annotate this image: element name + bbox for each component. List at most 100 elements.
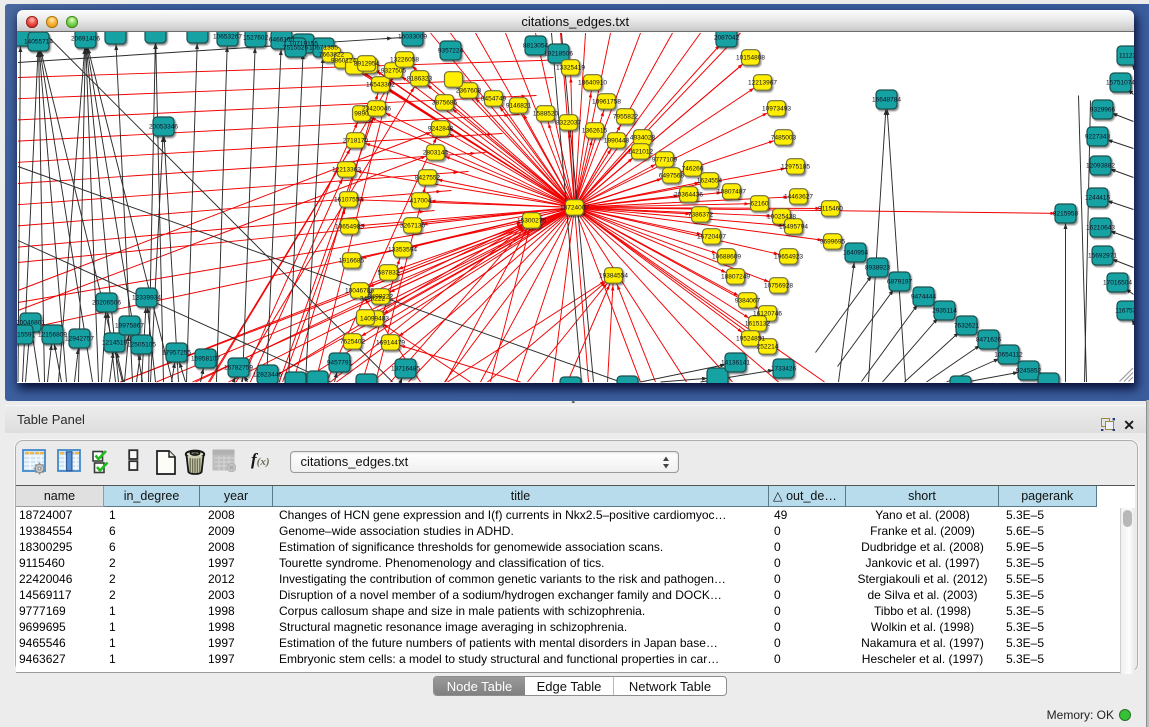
svg-text:2087042: 2087042 <box>713 34 739 41</box>
svg-text:11123: 11123 <box>1118 52 1134 59</box>
svg-text:20046801: 20046801 <box>17 319 45 326</box>
svg-text:19975867: 19975867 <box>115 322 144 329</box>
svg-text:12093882: 12093882 <box>1086 162 1115 169</box>
svg-text:12942757: 12942757 <box>65 335 94 342</box>
svg-text:10025438: 10025438 <box>767 213 796 220</box>
svg-text:7515526: 7515526 <box>282 44 308 51</box>
svg-text:7485003: 7485003 <box>770 134 796 141</box>
svg-text:1640954: 1640954 <box>842 249 868 256</box>
svg-text:10671355: 10671355 <box>309 44 338 51</box>
svg-text:9474444: 9474444 <box>910 293 936 300</box>
svg-text:16210643: 16210643 <box>1086 224 1115 231</box>
svg-text:15958107: 15958107 <box>191 355 220 362</box>
svg-text:9457791: 9457791 <box>326 359 352 366</box>
svg-text:10046786: 10046786 <box>345 287 374 294</box>
svg-text:1733426: 1733426 <box>770 365 796 372</box>
svg-text:12823446: 12823446 <box>253 371 282 378</box>
svg-text:1990448: 1990448 <box>603 137 629 144</box>
svg-text:2367608: 2367608 <box>455 87 481 94</box>
svg-text:8427552: 8427552 <box>414 174 440 181</box>
svg-text:18724007: 18724007 <box>560 204 589 211</box>
svg-text:15300275: 15300275 <box>517 217 546 224</box>
svg-text:6879197: 6879197 <box>886 278 912 285</box>
svg-text:16914479: 16914479 <box>376 339 405 346</box>
svg-text:9242848: 9242848 <box>427 125 453 132</box>
svg-text:17957255: 17957255 <box>162 349 191 356</box>
svg-text:9115460: 9115460 <box>818 205 843 212</box>
svg-text:62160: 62160 <box>750 200 768 207</box>
svg-text:8912954: 8912954 <box>353 60 379 67</box>
svg-text:15692971: 15692971 <box>1088 252 1117 259</box>
svg-text:10688609: 10688609 <box>712 253 741 260</box>
svg-text:8186323: 8186323 <box>406 75 432 82</box>
svg-text:1214519: 1214519 <box>101 339 127 346</box>
svg-text:19384554: 19384554 <box>599 272 628 279</box>
svg-text:9329966: 9329966 <box>1089 106 1115 113</box>
svg-text:19524851: 19524851 <box>736 335 765 342</box>
svg-text:746266: 746266 <box>681 165 703 172</box>
svg-text:4934028: 4934028 <box>629 134 655 141</box>
svg-text:12505105: 12505105 <box>127 341 156 348</box>
svg-text:12213363: 12213363 <box>332 166 361 173</box>
svg-text:12339934: 12339934 <box>132 294 161 301</box>
svg-text:20053346: 20053346 <box>149 123 178 130</box>
svg-text:17016504: 17016504 <box>1103 279 1132 286</box>
svg-text:13353594: 13353594 <box>388 246 417 253</box>
svg-text:16107553: 16107553 <box>334 196 363 203</box>
svg-text:1362615: 1362615 <box>581 127 607 134</box>
svg-text:9384067: 9384067 <box>734 297 760 304</box>
svg-text:15720407: 15720407 <box>697 233 726 240</box>
svg-text:9777109: 9777109 <box>651 156 677 163</box>
svg-text:1615132: 1615132 <box>744 320 770 327</box>
svg-text:3267130: 3267130 <box>399 222 425 229</box>
svg-text:9245852: 9245852 <box>1015 367 1041 374</box>
svg-text:12975185: 12975185 <box>781 163 810 170</box>
svg-text:2935114: 2935114 <box>932 307 957 314</box>
svg-text:16543362: 16543362 <box>366 81 395 88</box>
svg-text:587832: 587832 <box>377 269 399 276</box>
svg-text:13325419: 13325419 <box>556 64 585 71</box>
svg-text:12213967: 12213967 <box>748 79 777 86</box>
svg-text:7632621: 7632621 <box>953 322 979 329</box>
svg-text:2718170: 2718170 <box>342 137 368 144</box>
svg-text:10654983: 10654983 <box>335 223 364 230</box>
svg-text:16648784: 16648784 <box>872 96 901 103</box>
svg-text:18807249: 18807249 <box>721 273 750 280</box>
svg-text:14463627: 14463627 <box>784 193 813 200</box>
svg-text:19218506: 19218506 <box>544 50 573 57</box>
svg-text:7386372: 7386372 <box>687 211 713 218</box>
svg-text:10961758: 10961758 <box>592 98 621 105</box>
svg-text:14099483: 14099483 <box>360 315 389 322</box>
svg-text:19654923: 19654923 <box>774 253 803 260</box>
svg-text:8322037: 8322037 <box>555 119 581 126</box>
svg-text:1624554: 1624554 <box>696 177 722 184</box>
svg-text:417004: 417004 <box>409 197 431 204</box>
svg-text:1167534: 1167534 <box>1115 307 1134 314</box>
svg-text:1588520: 1588520 <box>532 110 558 117</box>
svg-text:8471626: 8471626 <box>975 336 1001 343</box>
svg-text:16782759: 16782759 <box>224 364 253 371</box>
svg-text:9699695: 9699695 <box>819 238 845 245</box>
svg-text:2803144: 2803144 <box>422 149 448 156</box>
svg-text:7955822: 7955822 <box>612 113 638 120</box>
svg-text:1421012: 1421012 <box>627 148 653 155</box>
svg-text:10154808: 10154808 <box>736 54 765 61</box>
svg-text:10756928: 10756928 <box>764 282 793 289</box>
svg-text:8813054: 8813054 <box>522 42 548 49</box>
svg-text:20691406: 20691406 <box>71 35 100 42</box>
svg-text:8454749: 8454749 <box>480 95 506 102</box>
svg-text:1244415: 1244415 <box>1084 194 1110 201</box>
svg-text:3875685: 3875685 <box>431 99 457 106</box>
svg-text:13716485: 13716485 <box>391 365 420 372</box>
svg-text:16120746: 16120746 <box>753 310 782 317</box>
svg-text:20364436: 20364436 <box>674 191 703 198</box>
svg-text:20206506: 20206506 <box>92 299 121 306</box>
svg-text:14055714: 14055714 <box>24 38 53 45</box>
svg-text:252214: 252214 <box>756 343 778 350</box>
svg-text:13226058: 13226058 <box>390 56 419 63</box>
svg-text:9860124: 9860124 <box>330 57 356 64</box>
svg-text:12156809: 12156809 <box>38 331 67 338</box>
svg-text:3498222: 3498222 <box>359 295 385 302</box>
svg-text:7625402: 7625402 <box>339 338 365 345</box>
svg-text:16033009: 16033009 <box>398 33 427 40</box>
